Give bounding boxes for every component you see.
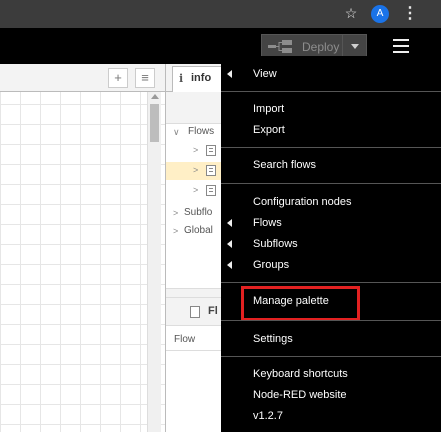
flow-icon [206, 185, 216, 196]
chevron-right-icon: > [173, 208, 179, 218]
flow-section-header[interactable]: Fl [166, 298, 226, 326]
menu-item-label: View [253, 68, 277, 80]
add-flow-button[interactable]: + [108, 68, 128, 88]
tree-item-flow-selected[interactable]: > [166, 162, 226, 180]
chevron-right-icon: > [193, 145, 199, 155]
menu-divider [221, 183, 441, 184]
divider [166, 350, 226, 351]
menu-item-version: v1.2.7 [221, 406, 441, 426]
menu-item-label: Keyboard shortcuts [253, 368, 348, 380]
menu-item-label: Node-RED website [253, 389, 347, 401]
deploy-dropdown-caret[interactable] [342, 35, 366, 57]
flow-icon [206, 145, 216, 156]
menu-item-label: Flows [253, 217, 282, 229]
flow-icon [206, 165, 216, 176]
menu-item-label: Import [253, 103, 285, 115]
star-icon[interactable]: ☆ [343, 5, 359, 21]
menu-item-flows[interactable]: Flows [221, 213, 441, 233]
sidebar-splitter[interactable] [166, 288, 226, 298]
tree-item-subflows[interactable]: > Subflo [166, 205, 226, 223]
flow-workspace[interactable] [0, 64, 165, 432]
menu-item-subflows[interactable]: Subflows [221, 234, 441, 254]
flow-section-title: Fl [208, 305, 218, 317]
profile-avatar[interactable]: A [371, 5, 389, 23]
sidebar-info-band [166, 92, 226, 124]
browser-toolbar: ☆ A ⋮ [0, 0, 441, 28]
chevron-right-icon: > [193, 185, 199, 195]
tree-item-label: Global [184, 225, 213, 236]
deploy-button[interactable]: Deploy [261, 34, 367, 58]
scrollbar-thumb[interactable] [150, 104, 159, 142]
tree-item-flow[interactable]: > [166, 142, 226, 160]
menu-item-label: Export [253, 124, 285, 136]
menu-divider [221, 91, 441, 92]
main-menu-dropdown: View Import Export Search flows Configur… [221, 56, 441, 432]
chevron-right-icon: > [193, 165, 199, 175]
version-label: v1.2.7 [253, 410, 283, 422]
menu-item-search-flows[interactable]: Search flows [221, 155, 441, 175]
flow-icon [190, 306, 200, 318]
tree-item-label: Flows [188, 126, 215, 137]
tab-info-label: info [191, 72, 212, 84]
scroll-up-icon[interactable] [151, 94, 159, 99]
menu-item-label: Groups [253, 259, 290, 271]
list-flows-button[interactable]: ≡ [135, 68, 155, 88]
kebab-menu-icon[interactable]: ⋮ [402, 4, 418, 24]
menu-item-configuration-nodes[interactable]: Configuration nodes [221, 192, 441, 212]
workspace-scrollbar[interactable] [147, 92, 161, 432]
menu-divider [221, 356, 441, 357]
deploy-label: Deploy [302, 40, 340, 54]
caret-left-icon [227, 240, 232, 248]
hamburger-menu-icon[interactable] [393, 39, 409, 53]
menu-item-label: Subflows [253, 238, 298, 250]
tree-item-global[interactable]: > Global [166, 223, 226, 241]
tree-item-label: Subflo [184, 207, 213, 218]
caret-left-icon [227, 261, 232, 269]
menu-item-label: Search flows [253, 159, 316, 171]
info-icon: i [179, 72, 184, 85]
menu-item-export[interactable]: Export [221, 120, 441, 140]
workspace-toolbar: + ≡ [0, 64, 165, 92]
tree-item-flow[interactable]: > [166, 182, 226, 200]
caret-left-icon [227, 219, 232, 227]
deploy-flows-icon [268, 40, 292, 53]
menu-item-node-red-website[interactable]: Node-RED website [221, 385, 441, 405]
menu-divider [221, 147, 441, 148]
menu-item-label: Configuration nodes [253, 196, 352, 208]
menu-item-keyboard-shortcuts[interactable]: Keyboard shortcuts [221, 364, 441, 384]
sidebar-tabs: i info [166, 64, 226, 92]
tab-info[interactable]: i info [172, 66, 226, 92]
menu-item-label: Settings [253, 333, 293, 345]
menu-item-settings[interactable]: Settings [221, 329, 441, 349]
caret-left-icon [227, 70, 232, 78]
menu-divider [221, 320, 441, 321]
chevron-down-icon: ∨ [173, 127, 180, 137]
menu-item-view[interactable]: View [221, 64, 441, 84]
menu-divider [221, 282, 441, 283]
menu-item-groups[interactable]: Groups [221, 255, 441, 275]
chevron-right-icon: > [173, 226, 179, 236]
info-sidebar: i info ∨ Flows > > > > Subflo > Global F… [165, 64, 226, 432]
tree-item-flows[interactable]: ∨ Flows [166, 124, 226, 142]
menu-item-import[interactable]: Import [221, 99, 441, 119]
highlight-annotation-box [241, 286, 360, 321]
flow-property-label: Flow [174, 334, 196, 345]
